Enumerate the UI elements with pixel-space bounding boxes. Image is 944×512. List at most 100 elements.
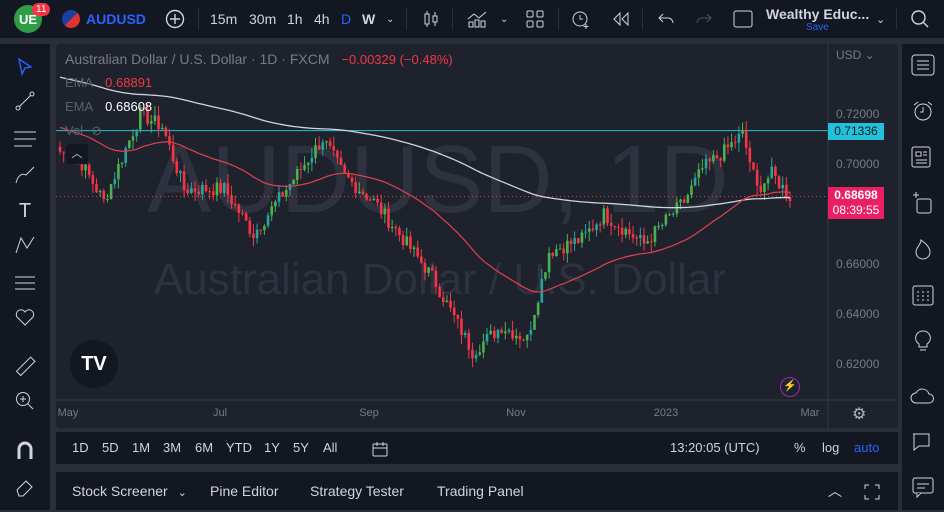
- candle: [456, 315, 460, 319]
- range-5d[interactable]: 5D: [102, 432, 119, 464]
- currency-selector[interactable]: USD ⌄: [836, 48, 875, 62]
- interval-d[interactable]: D: [341, 0, 351, 38]
- range-3m[interactable]: 3M: [163, 432, 181, 464]
- volume-legend[interactable]: Vol ⊘: [65, 123, 102, 139]
- axis-settings-icon[interactable]: ⚙: [852, 404, 866, 424]
- candle: [295, 168, 299, 180]
- collapse-legend-button[interactable]: ︿: [66, 144, 88, 164]
- candle: [102, 191, 106, 200]
- tab-strategy-tester[interactable]: Strategy Tester: [310, 472, 404, 510]
- candle: [522, 339, 525, 341]
- candle: [420, 256, 423, 263]
- watchlist-icon[interactable]: [902, 50, 944, 80]
- horizontal-lines-icon[interactable]: [0, 124, 50, 154]
- alarm-clock-icon[interactable]: [902, 96, 944, 126]
- compare-add-icon[interactable]: [164, 0, 186, 38]
- tab-trading-panel[interactable]: Trading Panel: [437, 472, 524, 510]
- cursor-icon[interactable]: [0, 52, 50, 82]
- candle: [328, 141, 332, 147]
- brush-icon[interactable]: [0, 160, 50, 190]
- layout-menu[interactable]: Wealthy Educ... Save: [766, 0, 869, 38]
- candle: [657, 226, 660, 228]
- user-avatar[interactable]: UE 11: [10, 0, 51, 38]
- candle: [624, 228, 628, 235]
- range-6m[interactable]: 6M: [195, 432, 213, 464]
- chevron-down-icon[interactable]: ⌄: [386, 0, 394, 38]
- candles-icon[interactable]: [422, 0, 440, 38]
- clock-timezone[interactable]: 13:20:05 (UTC): [670, 432, 760, 464]
- interval-w[interactable]: W: [362, 0, 375, 38]
- fire-icon[interactable]: [902, 234, 944, 264]
- save-button[interactable]: Save: [806, 22, 829, 33]
- log-toggle[interactable]: log: [822, 432, 839, 464]
- interval-1h[interactable]: 1h: [287, 0, 303, 38]
- ema-fast-legend[interactable]: EMA 0.68891: [65, 75, 152, 90]
- symbol-search-button[interactable]: AUDUSD: [62, 0, 146, 38]
- interval-30m[interactable]: 30m: [249, 0, 276, 38]
- candle: [547, 252, 551, 273]
- range-5y[interactable]: 5Y: [293, 432, 309, 464]
- ema-slow-legend[interactable]: EMA 0.68608: [65, 99, 152, 114]
- news-icon[interactable]: [902, 142, 944, 172]
- undo-icon[interactable]: [658, 0, 674, 38]
- eye-hidden-icon[interactable]: ⊘: [91, 123, 102, 138]
- candle: [58, 146, 62, 152]
- tab-pine-editor[interactable]: Pine Editor: [210, 472, 278, 510]
- text-icon[interactable]: T: [0, 196, 50, 226]
- candle: [95, 184, 98, 193]
- range-1m[interactable]: 1M: [132, 432, 150, 464]
- candle: [529, 329, 533, 335]
- indicators-icon[interactable]: [466, 0, 488, 38]
- trend-line-icon[interactable]: [0, 86, 50, 116]
- candle: [482, 341, 485, 353]
- range-all[interactable]: All: [323, 432, 337, 464]
- percent-toggle[interactable]: %: [794, 432, 806, 464]
- redo-icon[interactable]: [696, 0, 712, 38]
- price-chart[interactable]: AUDUSD, 1D Australian Dollar / U.S. Doll…: [56, 44, 898, 428]
- zoom-in-icon[interactable]: [0, 386, 50, 416]
- goto-date-icon[interactable]: [372, 432, 388, 464]
- prediction-icon[interactable]: [0, 268, 50, 298]
- range-1d[interactable]: 1D: [72, 432, 89, 464]
- price-tick: 0.70000: [836, 157, 880, 171]
- lightning-icon[interactable]: ⚡: [780, 377, 800, 397]
- auto-toggle[interactable]: auto: [854, 432, 879, 464]
- candle: [562, 248, 565, 254]
- candle: [580, 232, 584, 243]
- templates-icon[interactable]: [526, 0, 544, 38]
- candle: [496, 329, 500, 339]
- candle: [109, 184, 113, 200]
- interval-4h[interactable]: 4h: [314, 0, 330, 38]
- candle: [182, 171, 186, 190]
- candle: [201, 184, 204, 195]
- candle: [777, 176, 781, 189]
- candle: [416, 247, 419, 257]
- pattern-icon[interactable]: [0, 230, 50, 260]
- range-1y[interactable]: 1Y: [264, 432, 280, 464]
- candle: [774, 166, 777, 177]
- messages-icon[interactable]: [902, 472, 944, 502]
- search-icon[interactable]: [910, 0, 930, 38]
- tab-stock-screener[interactable]: Stock Screener ⌄: [72, 472, 187, 510]
- collapse-panel-icon[interactable]: ︿: [828, 472, 842, 510]
- alert-add-icon[interactable]: [570, 0, 592, 38]
- ruler-icon[interactable]: [0, 352, 50, 382]
- chat-icon[interactable]: [902, 428, 944, 458]
- candle: [277, 192, 281, 202]
- streams-icon[interactable]: [902, 382, 944, 412]
- chevron-down-icon[interactable]: ⌄: [500, 0, 508, 38]
- heart-icon[interactable]: [0, 302, 50, 332]
- candle: [606, 208, 609, 223]
- maximize-panel-icon[interactable]: [864, 472, 880, 510]
- interval-15m[interactable]: 15m: [210, 0, 237, 38]
- range-ytd[interactable]: YTD: [226, 432, 252, 464]
- chevron-down-icon[interactable]: ⌄: [876, 0, 885, 38]
- calendar-icon[interactable]: [902, 280, 944, 310]
- eraser-icon[interactable]: [0, 472, 50, 502]
- candle: [485, 334, 489, 342]
- fullscreen-layout-icon[interactable]: [733, 0, 753, 38]
- magnet-icon[interactable]: [0, 436, 50, 466]
- hotlist-add-icon[interactable]: [902, 188, 944, 218]
- ideas-bulb-icon[interactable]: [902, 326, 944, 356]
- replay-icon[interactable]: [612, 0, 630, 38]
